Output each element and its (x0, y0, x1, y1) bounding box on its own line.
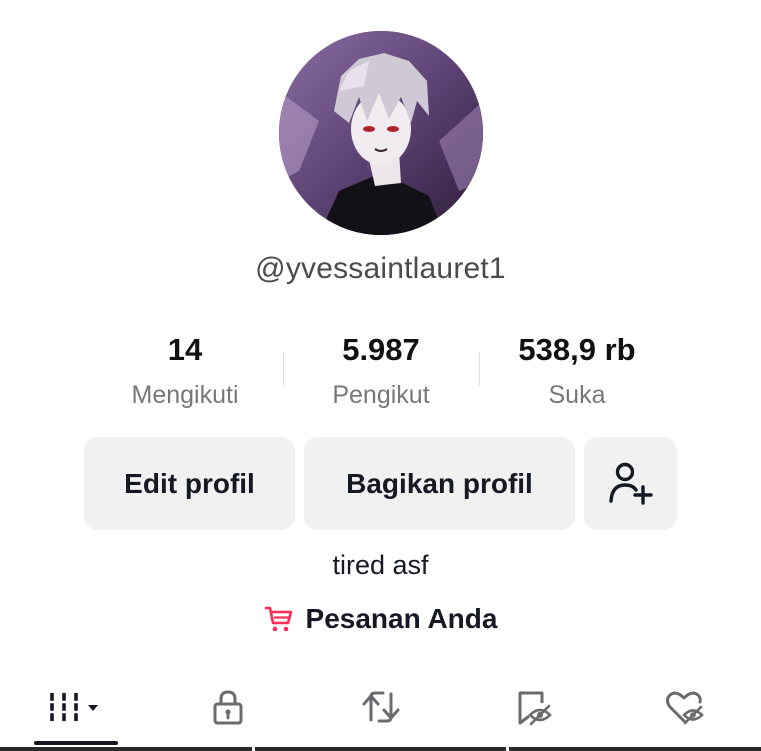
stat-followers-label: Pengikut (332, 381, 430, 409)
stat-likes[interactable]: 538,9 rb Suka (477, 330, 677, 412)
cart-icon (264, 606, 292, 632)
tab-private[interactable] (188, 676, 268, 738)
username: @yvessaintlauret1 (255, 252, 506, 285)
share-profile-label: Bagikan profil (346, 467, 533, 499)
person-add-icon (608, 462, 653, 505)
stat-followers[interactable]: 5.987 Pengikut (281, 330, 481, 412)
video-thumbnail[interactable] (509, 747, 761, 751)
bookmark-hidden-icon (518, 691, 552, 726)
video-thumbnail[interactable] (0, 747, 252, 751)
lock-icon (213, 690, 243, 725)
avatar-image (279, 31, 483, 235)
video-thumbnail[interactable] (254, 747, 507, 751)
avatar[interactable] (279, 31, 483, 235)
stat-likes-label: Suka (548, 381, 606, 409)
heart-hidden-icon (666, 691, 704, 725)
video-grid (0, 747, 761, 751)
tab-liked[interactable] (646, 676, 726, 738)
profile-bio: tired asf (332, 550, 429, 580)
profile-tabs (0, 676, 761, 738)
active-tab-indicator (34, 741, 118, 745)
add-friend-button[interactable] (584, 437, 677, 530)
tab-videos[interactable] (36, 676, 116, 738)
grid-dropdown-icon (46, 693, 98, 721)
repost-icon (362, 691, 400, 723)
orders-link[interactable]: Pesanan Anda (0, 603, 761, 635)
edit-profile-label: Edit profil (124, 467, 255, 499)
share-profile-button[interactable]: Bagikan profil (304, 437, 575, 530)
tab-saved[interactable] (494, 676, 574, 738)
tab-reposts[interactable] (341, 676, 421, 738)
stat-following-label: Mengikuti (131, 381, 239, 409)
stat-followers-value: 5.987 (342, 332, 420, 367)
stat-following-value: 14 (167, 332, 203, 367)
stat-likes-value: 538,9 rb (518, 332, 636, 367)
stat-following[interactable]: 14 Mengikuti (85, 330, 285, 412)
orders-label: Pesanan Anda (305, 603, 498, 634)
edit-profile-button[interactable]: Edit profil (84, 437, 295, 530)
